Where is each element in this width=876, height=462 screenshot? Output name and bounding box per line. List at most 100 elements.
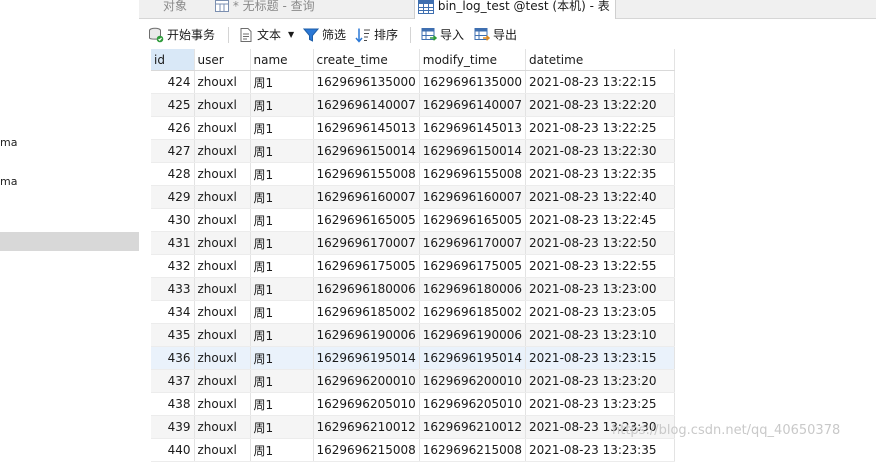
cell-user[interactable]: zhouxl	[194, 231, 251, 255]
cell-id[interactable]: 434	[151, 300, 195, 324]
cell-user[interactable]: zhouxl	[194, 277, 251, 301]
cell-datetime[interactable]: 2021-08-23 13:22:15	[525, 70, 676, 94]
cell-name[interactable]: 周1	[250, 323, 314, 347]
column-header-name[interactable]: name	[250, 49, 314, 71]
cell-modify-time[interactable]: 1629696165005	[419, 208, 527, 232]
cell-create-time[interactable]: 1629696150014	[313, 139, 420, 163]
cell-create-time[interactable]: 1629696155008	[313, 162, 420, 186]
navigator-item[interactable]: ma	[0, 175, 17, 188]
cell-create-time[interactable]: 1629696215008	[313, 438, 420, 462]
cell-datetime[interactable]: 2021-08-23 13:23:25	[525, 392, 676, 416]
cell-id[interactable]: 426	[151, 116, 195, 140]
table-row[interactable]: 427 zhouxl 周1 1629696150014 1629696150014 202…	[151, 139, 676, 163]
cell-create-time[interactable]: 1629696185002	[313, 300, 420, 324]
tab-untitled-query[interactable]: * 无标题 - 查询	[215, 0, 395, 18]
cell-id[interactable]: 436	[151, 346, 195, 370]
navigator-selected-row[interactable]	[0, 232, 139, 251]
column-header-modify-time[interactable]: modify_time	[419, 49, 527, 71]
cell-create-time[interactable]: 1629696165005	[313, 208, 420, 232]
cell-datetime[interactable]: 2021-08-23 13:22:25	[525, 116, 676, 140]
cell-user[interactable]: zhouxl	[194, 93, 251, 117]
column-header-id[interactable]: id	[151, 49, 195, 71]
cell-id[interactable]: 429	[151, 185, 195, 209]
cell-id[interactable]: 432	[151, 254, 195, 278]
tab-objects[interactable]: 对象	[163, 0, 209, 18]
cell-modify-time[interactable]: 1629696150014	[419, 139, 527, 163]
cell-modify-time[interactable]: 1629696210012	[419, 415, 527, 439]
cell-modify-time[interactable]: 1629696205010	[419, 392, 527, 416]
cell-create-time[interactable]: 1629696175005	[313, 254, 420, 278]
cell-user[interactable]: zhouxl	[194, 346, 251, 370]
cell-datetime[interactable]: 2021-08-23 13:23:35	[525, 438, 676, 462]
cell-modify-time[interactable]: 1629696180006	[419, 277, 527, 301]
cell-datetime[interactable]: 2021-08-23 13:22:30	[525, 139, 676, 163]
cell-datetime[interactable]: 2021-08-23 13:23:05	[525, 300, 676, 324]
cell-id[interactable]: 431	[151, 231, 195, 255]
cell-id[interactable]: 424	[151, 70, 195, 94]
cell-name[interactable]: 周1	[250, 139, 314, 163]
tab-bin-log-test-table[interactable]: bin_log_test @test (本机) - 表	[414, 0, 616, 19]
table-row[interactable]: 437 zhouxl 周1 1629696200010 1629696200010 202…	[151, 369, 676, 393]
cell-id[interactable]: 440	[151, 438, 195, 462]
cell-name[interactable]: 周1	[250, 346, 314, 370]
cell-create-time[interactable]: 1629696200010	[313, 369, 420, 393]
cell-modify-time[interactable]: 1629696135000	[419, 70, 527, 94]
cell-datetime[interactable]: 2021-08-23 13:22:55	[525, 254, 676, 278]
cell-create-time[interactable]: 1629696180006	[313, 277, 420, 301]
cell-id[interactable]: 427	[151, 139, 195, 163]
table-row[interactable]: 429 zhouxl 周1 1629696160007 1629696160007 202…	[151, 185, 676, 209]
cell-name[interactable]: 周1	[250, 185, 314, 209]
cell-name[interactable]: 周1	[250, 415, 314, 439]
cell-user[interactable]: zhouxl	[194, 254, 251, 278]
cell-name[interactable]: 周1	[250, 369, 314, 393]
cell-id[interactable]: 437	[151, 369, 195, 393]
text-view-button[interactable]: 文本 ▼	[238, 26, 298, 44]
cell-name[interactable]: 周1	[250, 392, 314, 416]
cell-id[interactable]: 433	[151, 277, 195, 301]
table-row[interactable]: 433 zhouxl 周1 1629696180006 1629696180006 202…	[151, 277, 676, 301]
cell-modify-time[interactable]: 1629696200010	[419, 369, 527, 393]
cell-create-time[interactable]: 1629696190006	[313, 323, 420, 347]
table-row[interactable]: 436 zhouxl 周1 1629696195014 1629696195014 202…	[151, 346, 676, 370]
cell-name[interactable]: 周1	[250, 438, 314, 462]
cell-name[interactable]: 周1	[250, 254, 314, 278]
cell-datetime[interactable]: 2021-08-23 13:23:10	[525, 323, 676, 347]
cell-user[interactable]: zhouxl	[194, 369, 251, 393]
column-header-datetime[interactable]: datetime	[525, 49, 676, 71]
cell-modify-time[interactable]: 1629696190006	[419, 323, 527, 347]
cell-create-time[interactable]: 1629696160007	[313, 185, 420, 209]
cell-user[interactable]: zhouxl	[194, 139, 251, 163]
cell-id[interactable]: 430	[151, 208, 195, 232]
table-row[interactable]: 428 zhouxl 周1 1629696155008 1629696155008 202…	[151, 162, 676, 186]
table-row[interactable]: 434 zhouxl 周1 1629696185002 1629696185002 202…	[151, 300, 676, 324]
cell-user[interactable]: zhouxl	[194, 415, 251, 439]
column-header-user[interactable]: user	[194, 49, 251, 71]
cell-user[interactable]: zhouxl	[194, 162, 251, 186]
cell-user[interactable]: zhouxl	[194, 208, 251, 232]
table-row[interactable]: 430 zhouxl 周1 1629696165005 1629696165005 202…	[151, 208, 676, 232]
cell-modify-time[interactable]: 1629696215008	[419, 438, 527, 462]
cell-create-time[interactable]: 1629696170007	[313, 231, 420, 255]
cell-id[interactable]: 425	[151, 93, 195, 117]
cell-name[interactable]: 周1	[250, 162, 314, 186]
cell-name[interactable]: 周1	[250, 277, 314, 301]
cell-name[interactable]: 周1	[250, 93, 314, 117]
cell-user[interactable]: zhouxl	[194, 116, 251, 140]
cell-id[interactable]: 438	[151, 392, 195, 416]
cell-id[interactable]: 428	[151, 162, 195, 186]
cell-create-time[interactable]: 1629696210012	[313, 415, 420, 439]
cell-name[interactable]: 周1	[250, 231, 314, 255]
cell-datetime[interactable]: 2021-08-23 13:23:20	[525, 369, 676, 393]
cell-id[interactable]: 439	[151, 415, 195, 439]
cell-datetime[interactable]: 2021-08-23 13:22:40	[525, 185, 676, 209]
cell-user[interactable]: zhouxl	[194, 323, 251, 347]
table-row[interactable]: 439 zhouxl 周1 1629696210012 1629696210012 202…	[151, 415, 676, 439]
cell-name[interactable]: 周1	[250, 208, 314, 232]
table-row[interactable]: 426 zhouxl 周1 1629696145013 1629696145013 202…	[151, 116, 676, 140]
table-row[interactable]: 424 zhouxl 周1 1629696135000 1629696135000 202…	[151, 70, 676, 94]
cell-create-time[interactable]: 1629696140007	[313, 93, 420, 117]
cell-datetime[interactable]: 2021-08-23 13:22:50	[525, 231, 676, 255]
cell-create-time[interactable]: 1629696135000	[313, 70, 420, 94]
cell-datetime[interactable]: 2021-08-23 13:22:20	[525, 93, 676, 117]
cell-modify-time[interactable]: 1629696145013	[419, 116, 527, 140]
